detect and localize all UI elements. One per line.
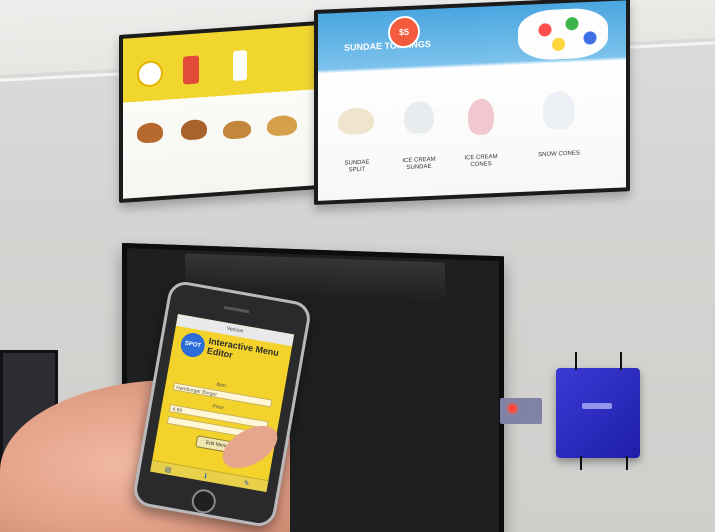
media-player-logo [582, 403, 612, 409]
drink-bottle-image [233, 50, 247, 82]
left-caption-3 [217, 145, 259, 148]
right-caption-3: ICE CREAM CONES [464, 153, 498, 169]
phone-home-button[interactable] [189, 487, 218, 516]
cable [580, 456, 582, 470]
cable [575, 352, 577, 370]
spot-logo-icon: SPOT [178, 331, 207, 359]
menu-board-right: SUNDAE TOPPINGS $5 SUNDAE SPLIT ICE CREA… [314, 0, 630, 206]
left-caption-4 [261, 142, 303, 145]
info-tab-icon[interactable]: ℹ [204, 472, 208, 480]
media-player-box [556, 368, 640, 458]
left-caption-1 [129, 151, 171, 154]
menu-board-left [119, 20, 322, 204]
ice-cream-cone-image [468, 98, 494, 136]
list-tab-icon[interactable]: ▤ [164, 465, 172, 474]
cable [620, 352, 622, 370]
timer-badge-icon [137, 59, 163, 88]
chicken-sandwich-image [181, 118, 207, 141]
drink-cup-image [183, 55, 199, 85]
snow-cone-image [543, 90, 575, 131]
chicken-tenders-image [267, 114, 297, 137]
candy-toppings-image [518, 7, 608, 62]
menu-board-right-screen: SUNDAE TOPPINGS $5 SUNDAE SPLIT ICE CREA… [318, 0, 626, 201]
right-caption-4: SNOW CONES [538, 150, 580, 159]
item-field-label: Item [215, 381, 227, 390]
menu-board-left-screen [123, 25, 318, 199]
phone-earpiece [223, 305, 250, 314]
burger-image [137, 121, 163, 144]
sub-sandwich-image [223, 119, 251, 140]
sundae-split-image [338, 107, 374, 135]
right-caption-2: ICE CREAM SUNDAE [402, 156, 436, 171]
wall-plate [500, 398, 542, 424]
cable [626, 456, 628, 470]
price-field-label: Price [211, 403, 225, 412]
left-caption-2 [173, 148, 215, 151]
ice-cream-sundae-image [404, 100, 434, 135]
photo-scene: SUNDAE TOPPINGS $5 SUNDAE SPLIT ICE CREA… [0, 0, 715, 532]
power-led [508, 404, 517, 413]
edit-tab-icon[interactable]: ✎ [243, 479, 250, 488]
phone-screen: Verizon SPOT Interactive Menu Editor Ite… [150, 313, 295, 493]
right-caption-1: SUNDAE SPLIT [344, 159, 370, 174]
